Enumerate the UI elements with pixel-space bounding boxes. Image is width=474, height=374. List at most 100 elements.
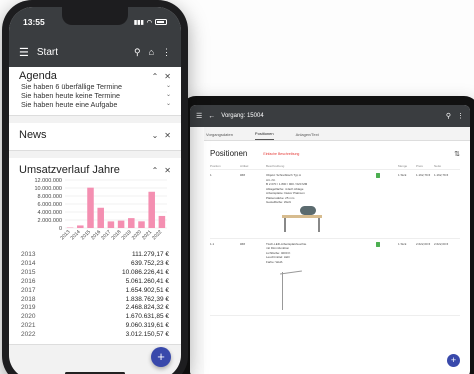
more-icon[interactable]: ⋮: [162, 47, 171, 58]
page-title: Start: [36, 46, 58, 58]
row-article: ###: [240, 173, 246, 177]
phone-device: 13:55 ▮▮▮ ◠ ☰ Start ⚲ ⌂ ⋮ Agenda ⌃ ✕ Sie…: [2, 0, 188, 374]
revenue-title: Umsatzverlauf Jahre: [19, 164, 120, 176]
revenue-amount: 1.670.631,85 €: [125, 313, 169, 321]
expand-icon[interactable]: ⌄: [152, 131, 159, 140]
back-arrow-icon[interactable]: ←: [208, 113, 215, 120]
revenue-amount: 1.654.902,51 €: [125, 286, 169, 294]
menu-icon[interactable]: ☰: [19, 46, 29, 59]
bar-2015[interactable]: [87, 187, 94, 228]
bar-2021[interactable]: [148, 191, 155, 228]
document-icon[interactable]: [376, 241, 380, 247]
revenue-amount: 5.061.260,41 €: [125, 277, 169, 285]
app-bar: ☰ Start ⚲ ⌂ ⋮: [9, 37, 181, 67]
agenda-item-appointments[interactable]: Sie haben heute keine Termine ⌄: [19, 91, 171, 100]
more-icon[interactable]: ⋮: [457, 112, 464, 120]
home-icon[interactable]: ⌂: [149, 47, 154, 57]
row-price: 1.162,79 €: [416, 173, 431, 177]
row-description: Objekt: Schreibtisch Typ A Art.-Nr. B 2.…: [266, 173, 376, 235]
tablet-screen: ☰ ← Vorgang: 15004 ⚲ ⋮ Vorgangsdaten Pos…: [190, 105, 470, 374]
bar-2017[interactable]: [107, 221, 115, 228]
collapse-icon[interactable]: ⌃: [152, 72, 159, 81]
bar-2020[interactable]: [138, 221, 145, 228]
news-title: News: [19, 129, 47, 141]
col-price: Preis: [416, 164, 423, 168]
table-row: 2015 10.086.226,41 €: [19, 269, 171, 278]
y-tick-label: 4.000.000: [38, 210, 62, 216]
bar-2022[interactable]: [158, 215, 166, 228]
revenue-table: 2013 111.279,17 € 2014 639.752,23 € 2015 10.0…: [19, 251, 171, 340]
status-time: 13:55: [23, 17, 45, 27]
menu-icon[interactable]: ☰: [196, 112, 202, 120]
tablet-left-gutter: [190, 127, 204, 374]
x-tick-label: 2016: [90, 229, 102, 241]
revenue-year: 2013: [21, 251, 36, 258]
document-icon[interactable]: [376, 173, 380, 178]
y-tick-label: 10.000.000: [34, 186, 62, 192]
table-row: 2021 9.060.319,61 €: [19, 322, 171, 331]
bar-2019[interactable]: [128, 218, 135, 228]
tablet-add-button[interactable]: +: [447, 354, 460, 367]
tablet-device: ☰ ← Vorgang: 15004 ⚲ ⋮ Vorgangsdaten Pos…: [180, 96, 474, 374]
bar-2018[interactable]: [117, 220, 125, 228]
revenue-year: 2021: [21, 322, 36, 330]
table-row: 2014 639.752,23 €: [19, 260, 171, 269]
tab-vorgangsdaten[interactable]: Vorgangsdaten: [206, 132, 233, 140]
revenue-year: 2017: [21, 286, 36, 294]
add-button[interactable]: +: [151, 347, 171, 367]
phone-screen: 13:55 ▮▮▮ ◠ ☰ Start ⚲ ⌂ ⋮ Agenda ⌃ ✕ Sie…: [9, 7, 181, 374]
y-tick-label: 2.000.000: [38, 218, 62, 224]
tab-anlagen[interactable]: Anlagen/Text: [296, 132, 319, 140]
col-article: Artikel: [240, 164, 249, 168]
row-net: 1.162,79 €: [434, 173, 449, 177]
bar-2016[interactable]: [97, 207, 104, 228]
row-net: 2.622,00 €: [434, 241, 449, 246]
revenue-year: 2014: [21, 259, 36, 267]
table-row: 2013 111.279,17 €: [19, 251, 171, 260]
chevron-down-icon[interactable]: ⌄: [166, 100, 171, 109]
tablet-title: Vorgang: 15004: [221, 113, 264, 119]
row-article: ###: [240, 241, 246, 246]
chevron-down-icon[interactable]: ⌄: [166, 82, 171, 91]
tab-positionen[interactable]: Positionen: [254, 131, 274, 140]
close-icon[interactable]: ✕: [164, 72, 171, 81]
signal-icon: ▮▮▮: [133, 19, 144, 26]
x-tick-label: 2015: [80, 229, 92, 241]
revenue-card: Umsatzverlauf Jahre ⌃ ✕ 0 2.000.000 4.000.…: [9, 158, 181, 346]
close-icon[interactable]: ✕: [164, 166, 171, 175]
row-position: 1: [210, 173, 212, 177]
row-qty: 1 Stck: [398, 173, 407, 177]
close-icon[interactable]: ✕: [164, 131, 171, 140]
collapse-icon[interactable]: ⌃: [152, 166, 159, 175]
tablet-appbar: ☰ ← Vorgang: 15004 ⚲ ⋮: [190, 105, 470, 127]
agenda-title: Agenda: [19, 70, 57, 82]
revenue-year: 2020: [21, 313, 36, 321]
agenda-card: Agenda ⌃ ✕ Sie haben 6 überfällige Termi…: [9, 67, 181, 116]
chevron-down-icon[interactable]: ⌄: [166, 91, 171, 100]
revenue-year: 2022: [21, 331, 36, 339]
agenda-item-tasks[interactable]: Sie haben heute eine Aufgabe ⌄: [19, 100, 171, 109]
filter-icon[interactable]: ⇅: [454, 150, 460, 158]
table-row[interactable]: 1 ### Objekt: Schreibtisch Typ A Art.-Nr…: [210, 170, 460, 239]
row-position: 1.1: [210, 241, 215, 246]
simple-description-toggle[interactable]: Einfache Beschreibung: [263, 152, 438, 156]
agenda-item-label: Sie haben heute keine Termine: [21, 91, 120, 100]
positions-heading: Positionen: [210, 149, 248, 158]
agenda-item-overdue[interactable]: Sie haben 6 überfällige Termine ⌄: [19, 82, 171, 91]
y-tick-label: 0: [59, 226, 62, 232]
col-qty: Menge: [398, 164, 408, 168]
desk-product-image: [276, 205, 332, 235]
lamp-product-image: [274, 264, 304, 312]
row-qty: 1 Stck: [398, 241, 407, 246]
agenda-item-label: Sie haben heute eine Aufgabe: [21, 100, 118, 109]
table-row: 2017 1.654.902,51 €: [19, 287, 171, 296]
bar-2014[interactable]: [77, 225, 84, 228]
revenue-year: 2016: [21, 277, 36, 285]
search-icon[interactable]: ⚲: [134, 47, 141, 58]
search-icon[interactable]: ⚲: [446, 112, 451, 120]
table-row[interactable]: 1.1 ### Tisch-LED-Arbeitsplatzleuchte mi…: [210, 239, 460, 316]
revenue-amount: 2.468.824,32 €: [125, 304, 169, 312]
revenue-year: 2018: [21, 295, 36, 303]
revenue-amount: 3.012.150,57 €: [125, 331, 169, 339]
col-doc: [376, 164, 398, 168]
